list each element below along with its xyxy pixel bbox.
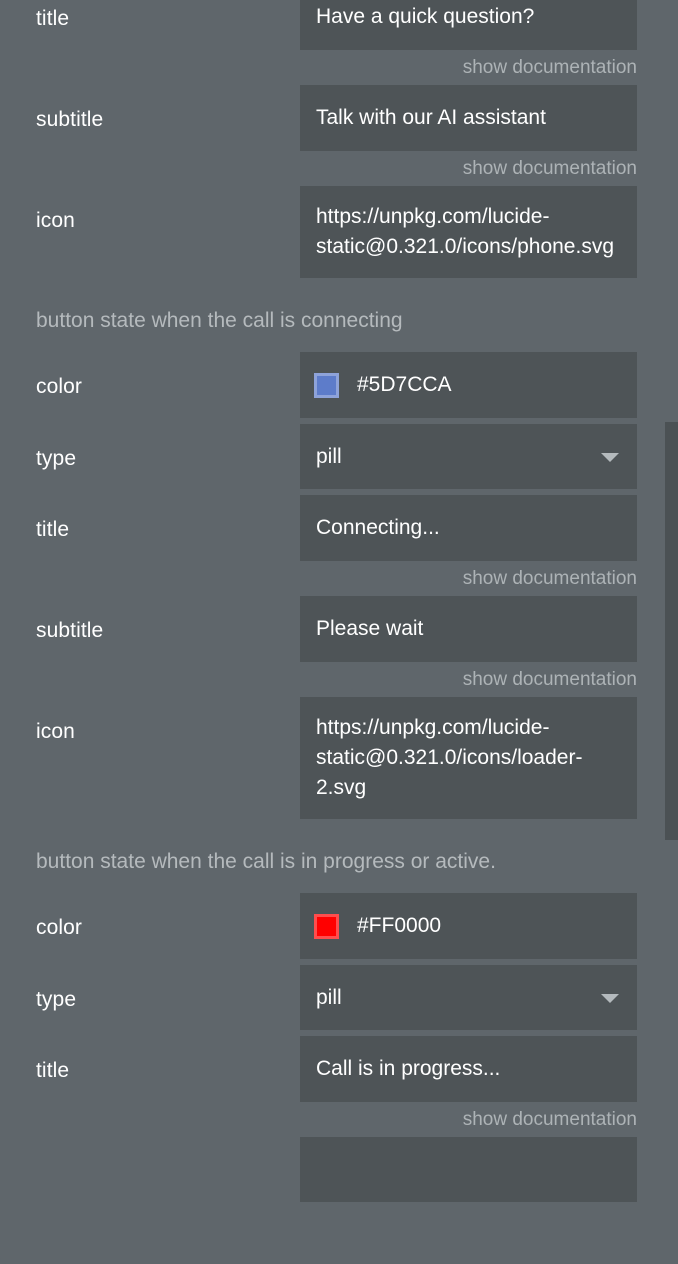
property-row-partial <box>0 1137 678 1202</box>
color-hex-value: #5D7CCA <box>357 373 452 396</box>
property-row-icon: icon https://unpkg.com/lucide-static@0.32… <box>0 186 678 278</box>
property-control: Have a quick question? show documentation <box>300 0 637 79</box>
chevron-down-icon <box>601 453 619 462</box>
select-value: pill <box>316 985 342 1009</box>
properties-panel: title Have a quick question? show document… <box>0 0 678 1264</box>
property-row-icon: icon https://unpkg.com/lucide-static@0.32… <box>0 697 678 819</box>
color-swatch <box>314 372 339 398</box>
property-row-type: type pill <box>0 424 678 489</box>
property-label: title <box>36 7 70 30</box>
property-control: pill <box>300 424 637 489</box>
property-row-color: color #5D7CCA <box>0 352 678 418</box>
property-control: Connecting... show documentation <box>300 495 637 590</box>
section-description-active: button state when the call is in progres… <box>36 850 496 873</box>
text-input-title[interactable]: Call is in progress... <box>300 1036 637 1102</box>
select-type[interactable]: pill <box>300 424 637 489</box>
select-type[interactable]: pill <box>300 965 637 1030</box>
property-row-color: color #FF0000 <box>0 893 678 959</box>
property-row-type: type pill <box>0 965 678 1030</box>
text-input-icon[interactable]: https://unpkg.com/lucide-static@0.321.0/… <box>300 186 637 278</box>
vertical-scrollbar-thumb[interactable] <box>665 422 678 840</box>
property-label: subtitle <box>36 619 104 642</box>
text-input-subtitle[interactable]: Talk with our AI assistant <box>300 85 637 151</box>
property-label: title <box>36 518 70 541</box>
property-control: Please wait show documentation <box>300 596 637 691</box>
vertical-scrollbar-track[interactable] <box>665 0 678 1264</box>
property-control: https://unpkg.com/lucide-static@0.321.0/… <box>300 186 637 278</box>
property-label: type <box>36 447 77 470</box>
property-label <box>36 1137 300 1159</box>
property-control: Talk with our AI assistant show documenta… <box>300 85 637 180</box>
property-control: pill <box>300 965 637 1030</box>
show-documentation-link[interactable]: show documentation <box>300 1102 637 1131</box>
show-documentation-link[interactable]: show documentation <box>300 151 637 180</box>
color-hex-value: #FF0000 <box>357 914 442 937</box>
text-input-icon[interactable]: https://unpkg.com/lucide-static@0.321.0/… <box>300 697 637 819</box>
property-row-title: title Have a quick question? show document… <box>0 0 678 79</box>
property-row-title: title Connecting... show documentation <box>0 495 678 590</box>
show-documentation-link[interactable]: show documentation <box>300 561 637 590</box>
property-row-title: title Call is in progress... show document… <box>0 1036 678 1131</box>
section-description-connecting: button state when the call is connecting <box>36 309 403 332</box>
select-value: pill <box>316 444 342 468</box>
color-input-color[interactable]: #5D7CCA <box>300 352 637 418</box>
color-swatch <box>314 913 339 939</box>
property-label: color <box>36 916 83 939</box>
text-input-title[interactable]: Connecting... <box>300 495 637 561</box>
property-row-subtitle: subtitle Please wait show documentation <box>0 596 678 691</box>
properties-scroll-body: title Have a quick question? show document… <box>0 0 678 1208</box>
property-label: icon <box>36 720 75 743</box>
property-label: type <box>36 988 77 1011</box>
text-input-title[interactable]: Have a quick question? <box>300 0 637 50</box>
property-control: #5D7CCA <box>300 352 637 418</box>
text-input-partial[interactable] <box>300 1137 637 1202</box>
property-label: subtitle <box>36 108 104 131</box>
property-row-subtitle: subtitle Talk with our AI assistant show d… <box>0 85 678 180</box>
color-input-color[interactable]: #FF0000 <box>300 893 637 959</box>
show-documentation-link[interactable]: show documentation <box>300 662 637 691</box>
property-label: icon <box>36 209 75 232</box>
show-documentation-link[interactable]: show documentation <box>300 50 637 79</box>
chevron-down-icon <box>601 994 619 1003</box>
property-control: #FF0000 <box>300 893 637 959</box>
text-input-subtitle[interactable]: Please wait <box>300 596 637 662</box>
property-control: https://unpkg.com/lucide-static@0.321.0/… <box>300 697 637 819</box>
property-control: Call is in progress... show documentation <box>300 1036 637 1131</box>
property-label: title <box>36 1059 70 1082</box>
property-control <box>300 1137 637 1202</box>
property-label: color <box>36 375 83 398</box>
